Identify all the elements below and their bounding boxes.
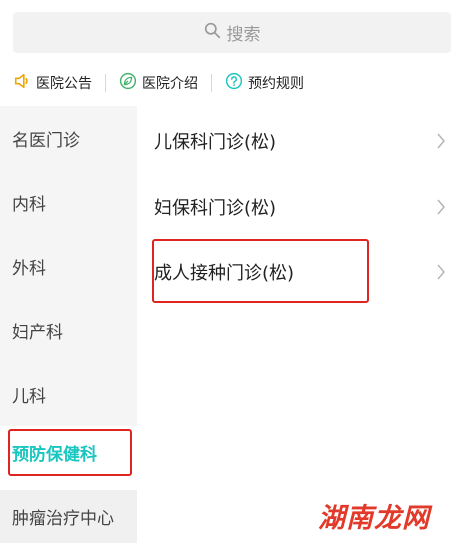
sidebar-item-preventive-care[interactable]: 预防保健科 <box>0 426 137 490</box>
list-item[interactable]: 妇保科门诊(松) <box>137 175 464 239</box>
search-input[interactable]: 搜索 <box>13 12 451 53</box>
chevron-right-icon <box>437 133 445 149</box>
question-icon <box>225 72 243 94</box>
sidebar-item-obstetrics[interactable]: 妇产科 <box>0 298 137 362</box>
notice-hospital-introduction[interactable]: 医院介绍 <box>106 72 211 94</box>
speaker-icon <box>13 72 31 94</box>
department-sidebar: 名医门诊 内科 外科 妇产科 儿科 预防保健科 肿瘤治疗中心 <box>0 106 137 543</box>
leaf-icon <box>119 72 137 94</box>
search-icon <box>204 22 221 44</box>
notice-bar: 医院公告 医院介绍 预约规则 <box>0 64 464 102</box>
search-placeholder: 搜索 <box>226 25 261 45</box>
notice-hospital-announcement[interactable]: 医院公告 <box>0 72 105 94</box>
sidebar-item-internal-medicine[interactable]: 内科 <box>0 170 137 234</box>
sidebar-item-oncology[interactable]: 肿瘤治疗中心 <box>0 490 137 543</box>
highlight-box <box>152 239 369 303</box>
sidebar-item-surgery[interactable]: 外科 <box>0 234 137 298</box>
sidebar-item-label: 肿瘤治疗中心 <box>12 509 114 529</box>
clinic-list: 儿保科门诊(松) 妇保科门诊(松) 成人接种门诊(松) <box>137 106 464 543</box>
list-item[interactable]: 儿保科门诊(松) <box>137 109 464 173</box>
sidebar-item-label: 名医门诊 <box>12 130 80 151</box>
notice-label: 医院公告 <box>36 76 92 92</box>
clinic-label: 儿保科门诊(松) <box>154 132 277 153</box>
chevron-right-icon <box>437 264 445 280</box>
chevron-right-icon <box>437 199 445 215</box>
search-bar[interactable]: 搜索 <box>13 12 451 53</box>
clinic-label: 妇保科门诊(松) <box>154 198 277 219</box>
sidebar-item-label: 预防保健科 <box>12 444 97 465</box>
sidebar-item-pediatrics[interactable]: 儿科 <box>0 362 137 426</box>
sidebar-item-label: 内科 <box>12 194 46 215</box>
notice-booking-rules[interactable]: 预约规则 <box>212 72 317 94</box>
sidebar-item-famous-doctor[interactable]: 名医门诊 <box>0 106 137 170</box>
notice-label: 医院介绍 <box>142 76 198 92</box>
watermark-logo: 湖南龙网 <box>318 503 430 534</box>
sidebar-item-label: 妇产科 <box>12 322 63 343</box>
notice-label: 预约规则 <box>248 76 304 92</box>
sidebar-item-label: 儿科 <box>12 386 46 407</box>
sidebar-item-label: 外科 <box>12 258 46 279</box>
